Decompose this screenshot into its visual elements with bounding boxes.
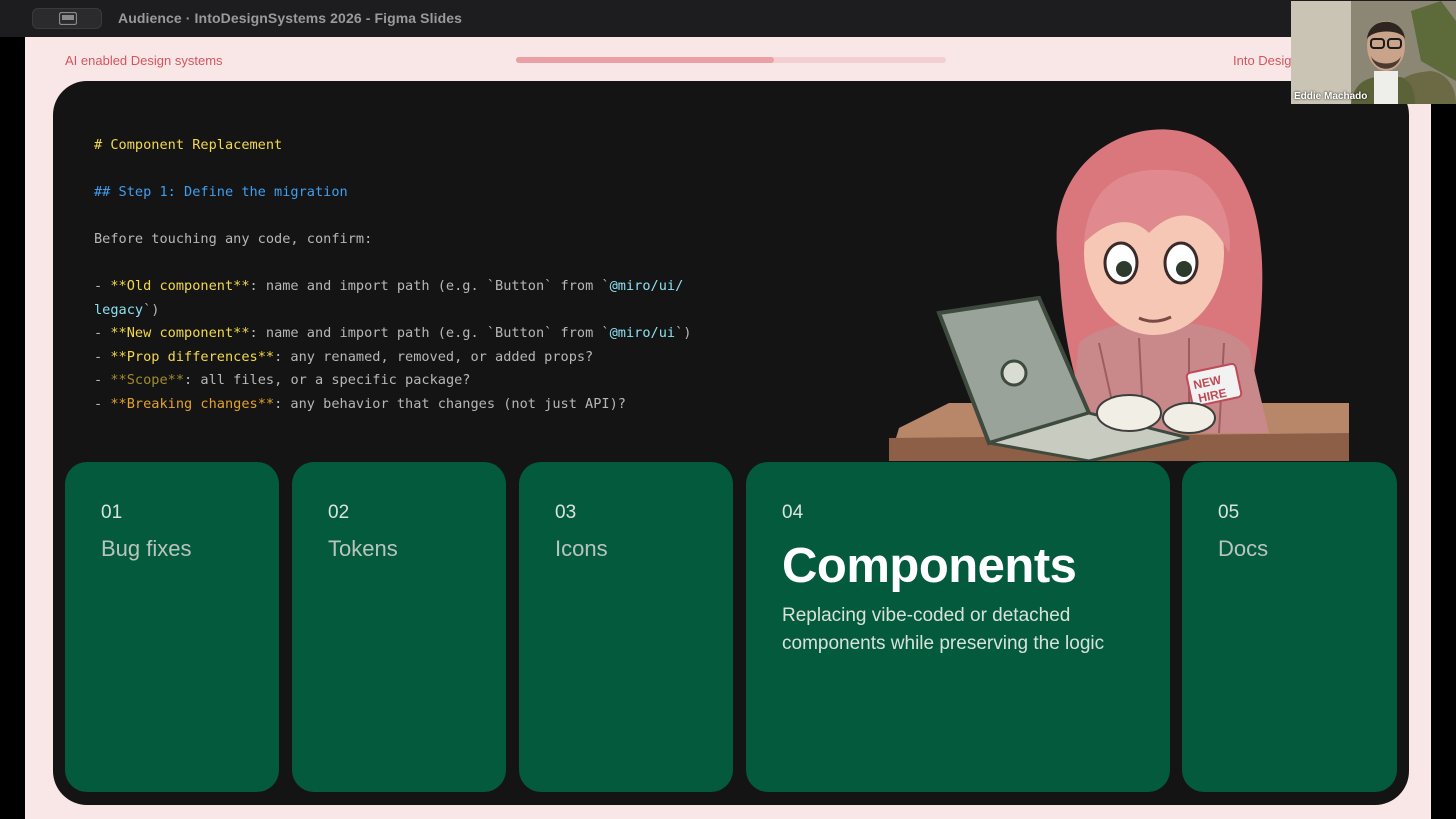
- tile-icons[interactable]: 03 Icons: [519, 462, 733, 792]
- tile-label: Tokens: [328, 536, 398, 561]
- tile-number: 02: [328, 502, 350, 523]
- tile-label: Bug fixes: [101, 536, 192, 561]
- code-item-breaking-changes: - **Breaking changes**: any behavior tha…: [94, 396, 626, 412]
- participant-video[interactable]: Eddie Machado: [1291, 1, 1456, 104]
- tile-number: 05: [1218, 502, 1240, 523]
- code-heading-1: # Component Replacement: [94, 137, 283, 153]
- code-inline: @miro/ui: [609, 325, 676, 341]
- participant-avatar: [1291, 1, 1456, 104]
- code-bold: **New component**: [110, 325, 250, 341]
- tile-label: Docs: [1218, 536, 1269, 561]
- tile-description: Replacing vibe-coded or detached compone…: [782, 605, 1105, 654]
- window-titlebar: Audience · IntoDesignSystems 2026 - Figm…: [0, 0, 1456, 37]
- presenter-view-icon[interactable]: [59, 12, 77, 25]
- code-inline: legacy: [94, 302, 144, 318]
- code-bullet: -: [94, 349, 111, 365]
- code-item-old-component: - **Old component**: name and import pat…: [94, 278, 683, 294]
- tile-components[interactable]: 04 Components Replacing vibe-coded or de…: [746, 462, 1170, 792]
- code-item-new-component: - **New component**: name and import pat…: [94, 325, 691, 341]
- code-text: : name and import path (e.g. `Button` fr…: [249, 325, 610, 341]
- new-hire-illustration: NEW HIRE: [889, 129, 1349, 461]
- code-bullet: -: [94, 372, 111, 388]
- window-title: Audience · IntoDesignSystems 2026 - Figm…: [118, 10, 463, 26]
- code-text: : any renamed, removed, or added props?: [274, 349, 594, 365]
- code-bullet: -: [94, 278, 111, 294]
- code-bullet: -: [94, 325, 111, 341]
- code-bold: **Old component**: [110, 278, 250, 294]
- code-bullet: -: [94, 396, 111, 412]
- tile-bug-fixes[interactable]: 01 Bug fixes: [65, 462, 279, 792]
- tile-label: Icons: [555, 536, 608, 561]
- code-text: `): [675, 325, 692, 341]
- code-text: `): [143, 302, 160, 318]
- slide-header-left: AI enabled Design systems: [65, 53, 223, 68]
- code-item-scope: - **Scope**: all files, or a specific pa…: [94, 372, 471, 388]
- tile-title: Components: [782, 539, 1077, 593]
- slide-progress-bar: [516, 57, 946, 63]
- slide-header-right: Into Desig: [1233, 53, 1292, 68]
- slide-progress-fill: [516, 57, 774, 63]
- slide-canvas: AI enabled Design systems Into Desig # C…: [25, 37, 1431, 819]
- tile-number: 01: [101, 502, 123, 523]
- code-item-old-component-cont: legacy`): [94, 302, 159, 318]
- code-bold: **Breaking changes**: [110, 396, 275, 412]
- code-intro: Before touching any code, confirm:: [94, 231, 373, 247]
- tile-number: 03: [555, 502, 577, 523]
- code-text: : any behavior that changes (not just AP…: [274, 396, 626, 412]
- code-heading-2: ## Step 1: Define the migration: [94, 184, 348, 200]
- tile-docs[interactable]: 05 Docs: [1182, 462, 1397, 792]
- code-text: : all files, or a specific package?: [184, 372, 471, 388]
- code-item-prop-differences: - **Prop differences**: any renamed, rem…: [94, 349, 593, 365]
- code-inline: @miro/ui/: [609, 278, 684, 294]
- code-bold: **Prop differences**: [110, 349, 275, 365]
- code-bold: **Scope**: [110, 372, 185, 388]
- code-text: : name and import path (e.g. `Button` fr…: [249, 278, 610, 294]
- participant-name: Eddie Machado: [1294, 91, 1368, 102]
- tile-number: 04: [782, 502, 804, 523]
- content-card: # Component Replacement ## Step 1: Defin…: [53, 81, 1409, 805]
- tile-tokens[interactable]: 02 Tokens: [292, 462, 506, 792]
